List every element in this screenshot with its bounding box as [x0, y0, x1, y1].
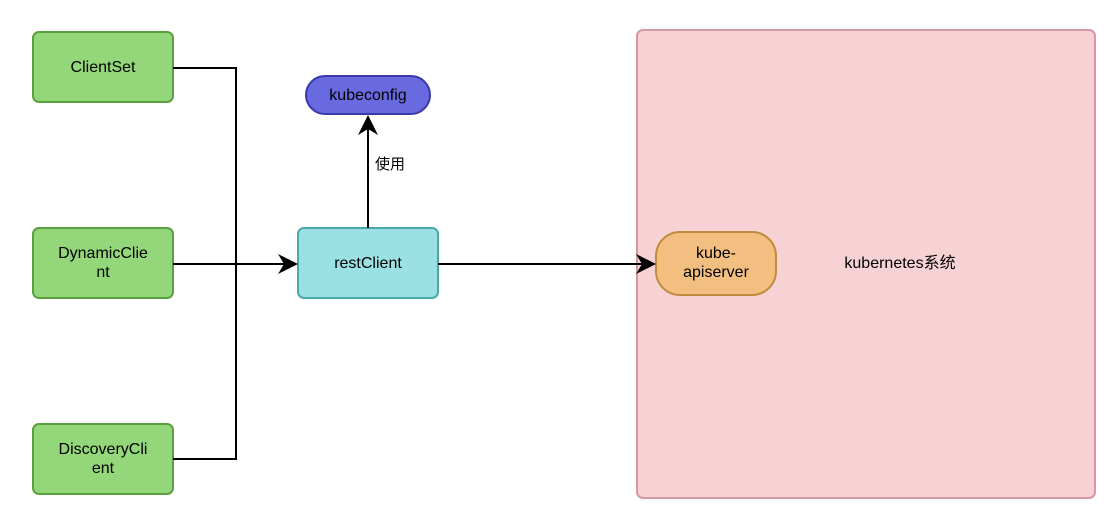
kubernetes-system-label: kubernetes系统 [844, 254, 955, 272]
dynamicclient-label-2: nt [96, 264, 110, 281]
discoveryclient-connector [173, 264, 236, 459]
discoveryclient-label-2: ent [92, 460, 115, 477]
kubeconfig-label: kubeconfig [329, 87, 406, 104]
dynamicclient-node [33, 228, 173, 298]
discoveryclient-node [33, 424, 173, 494]
discoveryclient-label-1: DiscoveryCli [59, 441, 148, 458]
kube-apiserver-label-1: kube- [696, 245, 736, 262]
clientset-connector [173, 68, 236, 264]
uses-label: 使用 [375, 156, 405, 173]
dynamicclient-label-1: DynamicClie [58, 245, 148, 262]
clientset-label: ClientSet [71, 59, 136, 76]
architecture-diagram: kubernetes系统 kube- apiserver restClient … [0, 0, 1107, 528]
rest-client-label: restClient [334, 255, 402, 272]
kube-apiserver-label-2: apiserver [683, 264, 749, 281]
